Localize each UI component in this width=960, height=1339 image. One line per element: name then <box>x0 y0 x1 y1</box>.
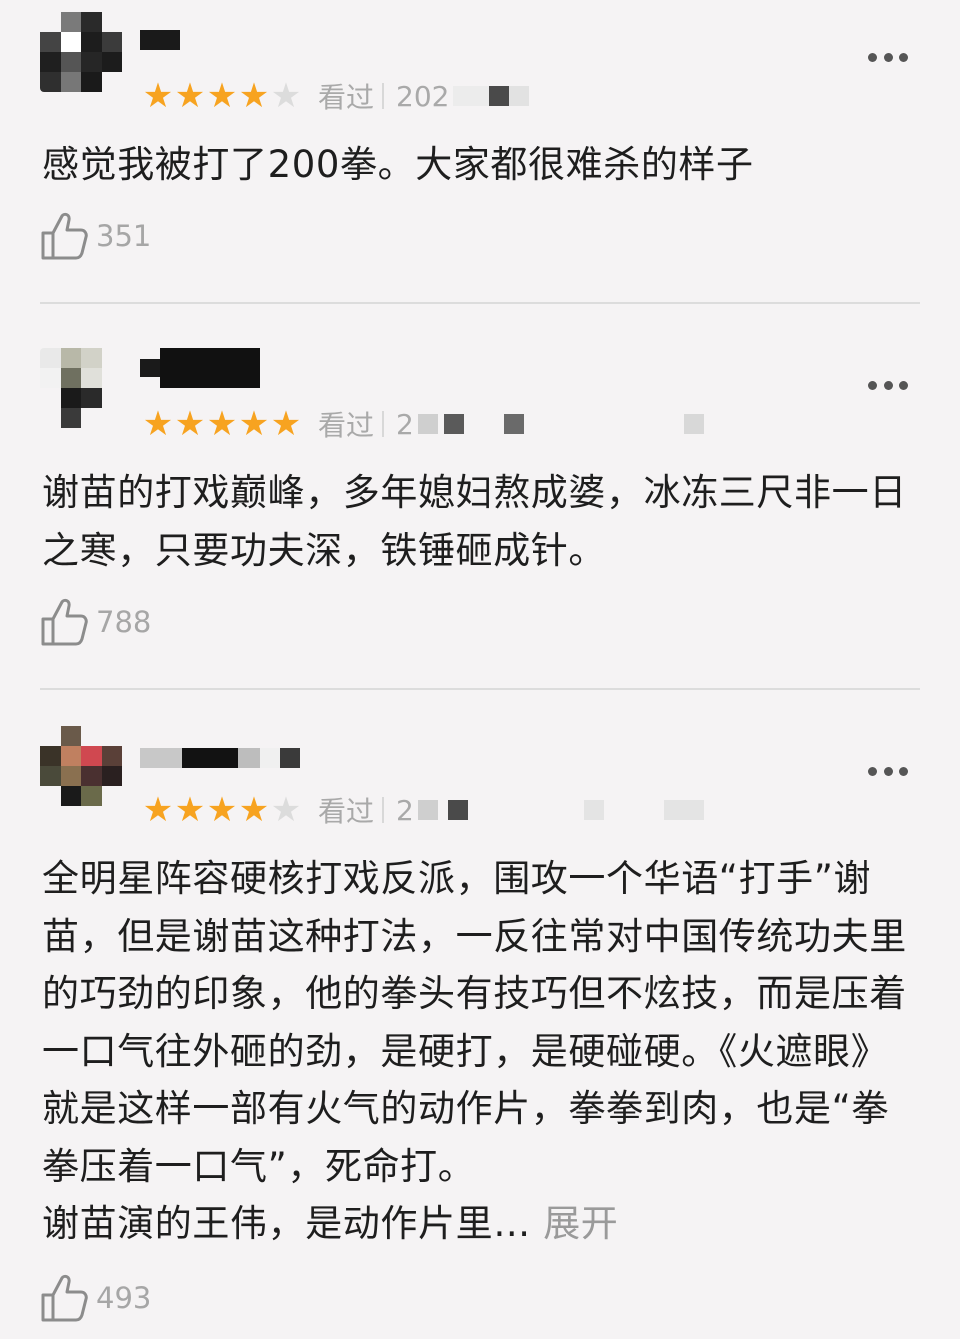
avatar[interactable] <box>40 12 122 92</box>
watched-label: 看过 <box>318 409 375 442</box>
watched-label: 看过 <box>318 795 375 828</box>
date-redacted <box>453 86 490 106</box>
username-redacted[interactable] <box>140 738 300 778</box>
star-icon: ★ <box>142 76 174 116</box>
date-redacted <box>583 800 604 820</box>
star-icon: ★ <box>238 404 270 444</box>
more-dots-icon <box>899 52 908 62</box>
star-icon: ★ <box>174 76 206 116</box>
star-icon: ★ <box>206 404 238 444</box>
star-icon: ★ <box>238 76 270 116</box>
date-redacted <box>443 414 464 434</box>
more-dots-icon <box>868 380 877 390</box>
like-count: 351 <box>96 219 152 253</box>
star-icon: ★ <box>238 790 270 830</box>
date-redacted <box>477 414 498 434</box>
star-icon: ★ <box>206 790 238 830</box>
more-dots-icon <box>883 52 893 62</box>
avatar[interactable] <box>40 348 122 428</box>
date-redacted <box>503 414 524 434</box>
like-count: 493 <box>96 1281 152 1315</box>
rating-stars: ★ ★ ★ ★ ★ <box>142 407 302 441</box>
more-dots-icon <box>883 766 893 776</box>
watched-label: 看过 <box>318 81 375 114</box>
date-redacted <box>447 800 468 820</box>
star-icon: ★ <box>142 790 174 830</box>
more-dots-icon <box>868 766 877 776</box>
date-redacted <box>489 86 510 106</box>
avatar[interactable] <box>40 726 122 806</box>
review-meta: ★ ★ ★ ★ ★ 看过 2 <box>142 404 704 444</box>
username-redacted[interactable] <box>140 348 260 388</box>
review-text: 谢苗的打戏巅峰，多年媳妇熬成婆，冰冻三尺非一日之寒，只要功夫深，铁锤砸成针。 <box>42 471 907 572</box>
date-redacted <box>683 414 704 434</box>
divider <box>40 302 920 304</box>
star-icon: ★ <box>270 790 302 830</box>
divider-bar <box>382 83 385 109</box>
star-icon: ★ <box>270 404 302 444</box>
star-icon: ★ <box>142 404 174 444</box>
like-count: 788 <box>96 605 152 639</box>
thumbs-up-icon <box>41 1274 88 1322</box>
star-icon: ★ <box>174 790 206 830</box>
star-icon: ★ <box>174 404 206 444</box>
date-redacted <box>663 800 704 820</box>
more-dots-icon <box>899 380 908 390</box>
like-button[interactable]: 493 <box>40 1272 151 1324</box>
review-meta: ★ ★ ★ ★ ★ 看过 2 <box>142 790 704 830</box>
more-dots-icon <box>899 766 908 776</box>
date-redacted <box>417 414 438 434</box>
thumbs-up-icon <box>41 212 88 260</box>
more-options-button[interactable] <box>868 50 908 64</box>
review-date: 2 <box>396 407 414 441</box>
divider <box>40 688 920 690</box>
divider-bar <box>382 411 385 437</box>
star-icon: ★ <box>206 76 238 116</box>
review-date: 202 <box>396 79 450 113</box>
date-redacted <box>509 86 530 106</box>
username-redacted[interactable] <box>140 20 180 60</box>
review-text: 全明星阵容硬核打戏反派，围攻一个华语“打手”谢苗，但是谢苗这种打法，一反往常对中… <box>42 850 922 1253</box>
date-redacted <box>417 800 438 820</box>
more-dots-icon <box>868 52 877 62</box>
expand-link[interactable]: 展开 <box>543 1202 618 1245</box>
like-button[interactable]: 351 <box>40 210 151 262</box>
like-button[interactable]: 788 <box>40 596 151 648</box>
review-body: 全明星阵容硬核打戏反派，围攻一个华语“打手”谢苗，但是谢苗这种打法，一反往常对中… <box>42 857 907 1245</box>
more-options-button[interactable] <box>868 378 908 392</box>
rating-stars: ★ ★ ★ ★ ★ <box>142 793 302 827</box>
review-text: 感觉我被打了200拳。大家都很难杀的样子 <box>42 143 754 186</box>
review-meta: ★ ★ ★ ★ ★ 看过 202 <box>142 76 530 116</box>
review-date: 2 <box>396 793 414 827</box>
divider-bar <box>382 797 385 823</box>
more-dots-icon <box>883 380 893 390</box>
star-icon: ★ <box>270 76 302 116</box>
thumbs-up-icon <box>41 598 88 646</box>
more-options-button[interactable] <box>868 764 908 778</box>
rating-stars: ★ ★ ★ ★ ★ <box>142 79 302 113</box>
